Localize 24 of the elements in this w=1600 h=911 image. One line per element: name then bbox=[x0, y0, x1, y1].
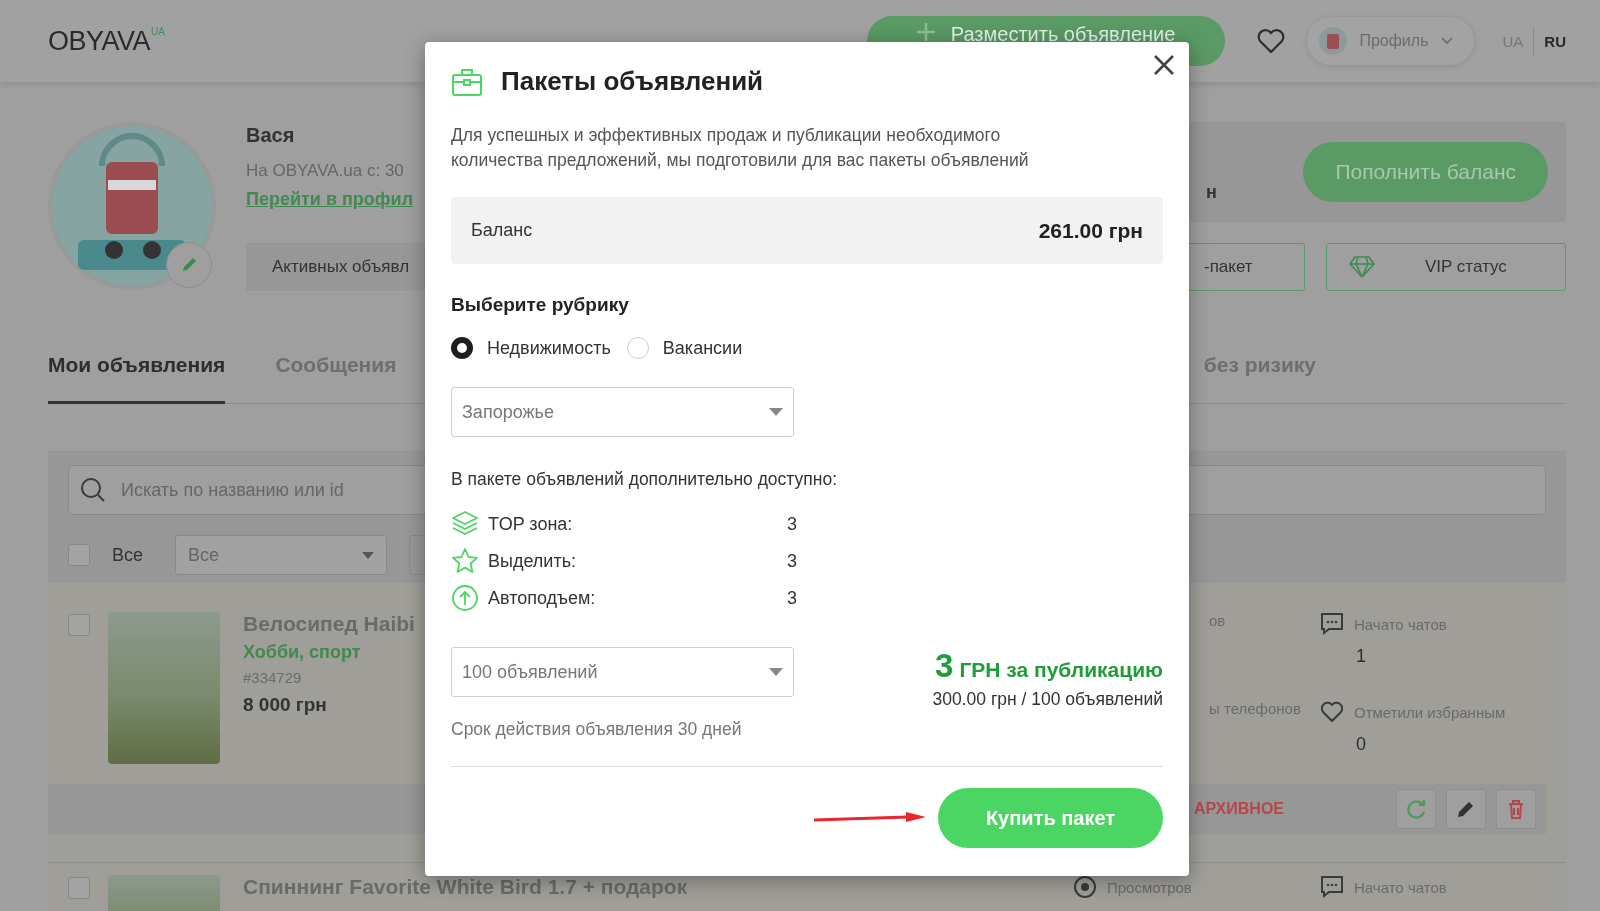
feature-label: Автоподъем: bbox=[488, 587, 597, 609]
feature-label: TOP зона: bbox=[488, 513, 574, 535]
section-heading: Выберите рубрику bbox=[451, 294, 630, 316]
validity-text: Срок действия объявления 30 дней bbox=[451, 719, 743, 740]
package-total: 300.00 грн / 100 объявлений bbox=[932, 689, 1163, 710]
extras-heading: В пакете объявлений дополнительно доступно: bbox=[451, 469, 839, 490]
modal-description: Для успешных и эффективных продаж и публикации необходимого количества предложений, мы подготовили для вас пакеты объявлений bbox=[451, 124, 1030, 172]
stat-value: 0 bbox=[1356, 734, 1367, 755]
listing-category: Хобби, спорт bbox=[243, 642, 362, 663]
feature-count: 3 bbox=[787, 513, 797, 535]
balance-amount: 261.00 грн bbox=[1038, 218, 1143, 243]
status-label: АРХИВНОЕ bbox=[1194, 800, 1284, 818]
feature-label: Выделить: bbox=[488, 550, 578, 572]
stat-value: 1 bbox=[1356, 646, 1367, 667]
user-name: Вася bbox=[246, 124, 296, 147]
member-since-text: На OBYAVA.ua с: 30 bbox=[246, 161, 405, 181]
feature-count: 3 bbox=[787, 587, 797, 609]
modal-title: Пакеты объявлений bbox=[501, 66, 764, 97]
feature-count: 3 bbox=[787, 550, 797, 572]
price-per-ad: 3 ГРН за публикацию bbox=[934, 647, 1163, 685]
balance-text: н bbox=[1206, 181, 1217, 203]
listing-price: 8 000 грн bbox=[243, 694, 328, 716]
select-all-label: Все bbox=[112, 544, 144, 566]
balance-label: Баланс bbox=[471, 220, 533, 241]
